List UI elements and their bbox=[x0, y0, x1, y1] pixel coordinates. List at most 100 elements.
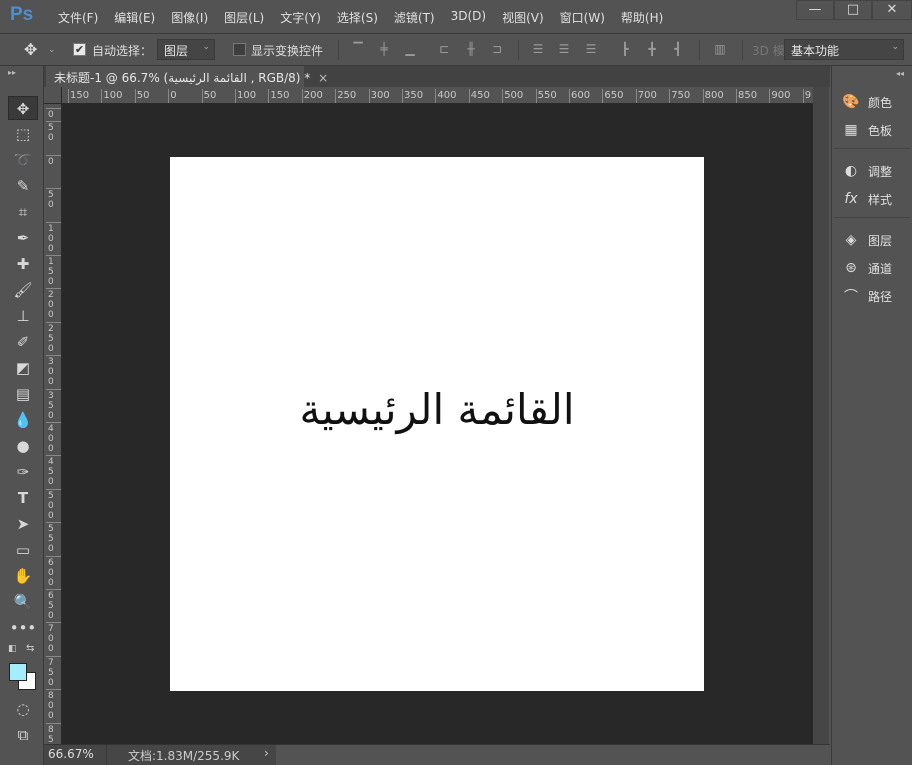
ruler-label: 650 bbox=[48, 591, 54, 621]
panel-channels[interactable]: ⊛ 通道 bbox=[842, 257, 892, 279]
menu-view[interactable]: 视图(V) bbox=[494, 9, 552, 26]
pen-tool-icon[interactable]: ✑ bbox=[8, 460, 38, 484]
collapse-panels-icon[interactable]: ◂◂ bbox=[896, 69, 904, 78]
ruler-tick bbox=[46, 121, 61, 123]
chevron-down-icon[interactable]: ⌄ bbox=[48, 45, 56, 55]
menu-type[interactable]: 文字(Y) bbox=[272, 9, 329, 26]
distribute-hcenter-icon[interactable]: ╋ bbox=[645, 42, 659, 56]
menu-edit[interactable]: 编辑(E) bbox=[106, 9, 163, 26]
align-right-icon[interactable]: ⊐ bbox=[490, 42, 504, 56]
hand-tool-icon[interactable]: ✋ bbox=[8, 564, 38, 588]
align-vcenter-icon[interactable]: ╪ bbox=[377, 42, 391, 56]
move-tool-icon[interactable]: ✥ bbox=[8, 96, 38, 120]
divider bbox=[338, 40, 339, 60]
eyedropper-tool-icon[interactable]: ✒ bbox=[8, 226, 38, 250]
document-tab[interactable]: 未标题-1 @ 66.7% (القائمة الرئيسية , RGB/8)… bbox=[46, 66, 328, 87]
lasso-tool-icon[interactable]: ➰ bbox=[8, 148, 38, 172]
eraser-tool-icon[interactable]: ◩ bbox=[8, 356, 38, 380]
auto-select-checkbox[interactable]: ✔ bbox=[73, 43, 86, 56]
panel-layers[interactable]: ◈ 图层 bbox=[842, 229, 892, 251]
foreground-color-swatch[interactable] bbox=[9, 663, 27, 681]
vertical-ruler[interactable]: 0 50 0 50 100 150 200 250 300 350 400 450 500 550 600 6… bbox=[44, 104, 62, 744]
menu-3d[interactable]: 3D(D) bbox=[443, 9, 494, 26]
menu-image[interactable]: 图像(I) bbox=[163, 9, 216, 26]
document-canvas[interactable]: القائمة الرئيسية bbox=[170, 157, 704, 691]
clone-stamp-tool-icon[interactable]: ⊥ bbox=[8, 304, 38, 328]
auto-align-icon[interactable]: ▥ bbox=[713, 42, 727, 56]
dodge-tool-icon[interactable]: ● bbox=[8, 434, 38, 458]
distribute-left-icon[interactable]: ┣ bbox=[618, 42, 632, 56]
palette-icon: 🎨 bbox=[842, 94, 860, 110]
ruler-label: 300 bbox=[48, 357, 54, 388]
distribute-top-icon[interactable]: ☰ bbox=[531, 42, 545, 56]
crop-tool-icon[interactable]: ⌗ bbox=[8, 200, 38, 224]
menu-file[interactable]: 文件(F) bbox=[50, 9, 106, 26]
screen-mode-icon[interactable]: ⧉ bbox=[8, 723, 38, 747]
close-tab-icon[interactable]: × bbox=[318, 71, 328, 85]
ruler-tick bbox=[46, 154, 61, 156]
panel-label: 通道 bbox=[868, 261, 893, 276]
panel-color[interactable]: 🎨 颜色 bbox=[842, 91, 892, 113]
more-tools-icon[interactable]: ••• bbox=[8, 616, 38, 640]
layers-icon: ◈ bbox=[845, 232, 857, 248]
distribute-bottom-icon[interactable]: ☰ bbox=[584, 42, 598, 56]
maximize-button[interactable]: □ bbox=[834, 0, 872, 20]
default-colors-icon[interactable]: ◧ bbox=[8, 644, 17, 654]
distribute-right-icon[interactable]: ┫ bbox=[671, 42, 685, 56]
rectangular-marquee-tool-icon[interactable]: ⬚ bbox=[8, 122, 38, 146]
horizontal-ruler[interactable]: 150 100 50 0 50 100 150 200 250 300 350 400 450 500 55… bbox=[62, 87, 813, 104]
show-transform-checkbox[interactable] bbox=[233, 43, 246, 56]
ruler-origin[interactable] bbox=[44, 87, 62, 104]
align-bottom-icon[interactable]: ▁ bbox=[403, 42, 417, 56]
blur-tool-icon[interactable]: 💧 bbox=[8, 408, 38, 432]
move-tool-icon[interactable]: ✥ bbox=[24, 40, 37, 59]
divider bbox=[518, 40, 519, 60]
ruler-label: 400 bbox=[48, 424, 54, 454]
collapse-icon[interactable]: ▸▸ bbox=[8, 68, 16, 77]
align-hcenter-icon[interactable]: ╫ bbox=[464, 42, 478, 56]
panel-styles[interactable]: fx 样式 bbox=[842, 188, 892, 210]
ruler-tick bbox=[46, 689, 61, 691]
panel-adjustments[interactable]: ◐ 调整 bbox=[842, 160, 892, 182]
spot-healing-tool-icon[interactable]: ✚ bbox=[8, 252, 38, 276]
align-left-icon[interactable]: ⊏ bbox=[437, 42, 451, 56]
zoom-tool-icon[interactable]: 🔍 bbox=[8, 590, 38, 614]
brush-tool-icon[interactable]: 🖌 bbox=[8, 278, 38, 302]
distribute-vcenter-icon[interactable]: ☰ bbox=[557, 42, 571, 56]
ruler-label: 150 bbox=[48, 257, 54, 287]
menu-select[interactable]: 选择(S) bbox=[329, 9, 386, 26]
quick-mask-icon[interactable]: ◌ bbox=[8, 697, 38, 721]
title-bar: Ps 文件(F) 编辑(E) 图像(I) 图层(L) 文字(Y) 选择(S) 滤… bbox=[0, 0, 912, 34]
menu-layer[interactable]: 图层(L) bbox=[216, 9, 272, 26]
path-selection-tool-icon[interactable]: ➤ bbox=[8, 512, 38, 536]
history-brush-tool-icon[interactable]: ✐ bbox=[8, 330, 38, 354]
menu-window[interactable]: 窗口(W) bbox=[552, 9, 613, 26]
zoom-level[interactable]: 66.67% bbox=[48, 747, 94, 761]
menu-filter[interactable]: 滤镜(T) bbox=[386, 9, 443, 26]
swap-colors-icon[interactable]: ⇆ bbox=[26, 643, 34, 654]
status-menu-arrow-icon[interactable]: › bbox=[264, 746, 269, 760]
type-tool-icon[interactable]: T bbox=[8, 486, 38, 510]
workspace-dropdown[interactable]: 基本功能 ⌄ bbox=[784, 39, 904, 60]
panel-swatches[interactable]: ▦ 色板 bbox=[842, 119, 892, 141]
ruler-label: 50 bbox=[136, 90, 150, 101]
divider bbox=[699, 40, 700, 60]
menu-help[interactable]: 帮助(H) bbox=[613, 9, 671, 26]
ruler-tick bbox=[46, 522, 61, 524]
options-bar: ✥ ⌄ ✔ 自动选择： 图层 ⌄ 显示变换控件 ▔ ╪ ▁ ⊏ ╫ ⊐ ☰ ☰ ☰… bbox=[0, 34, 912, 66]
align-top-icon[interactable]: ▔ bbox=[351, 42, 365, 56]
quick-selection-tool-icon[interactable]: ✎ bbox=[8, 174, 38, 198]
close-button[interactable]: ✕ bbox=[872, 0, 912, 20]
minimize-button[interactable]: — bbox=[796, 0, 834, 20]
panel-paths[interactable]: ⌒ 路径 bbox=[842, 285, 892, 307]
canvas-text-layer[interactable]: القائمة الرئيسية bbox=[170, 385, 704, 434]
ruler-tick bbox=[635, 89, 637, 103]
rectangle-tool-icon[interactable]: ▭ bbox=[8, 538, 38, 562]
canvas-workspace[interactable]: القائمة الرئيسية bbox=[62, 104, 813, 744]
ruler-label: 150 bbox=[270, 90, 290, 101]
horizontal-scrollbar[interactable] bbox=[276, 745, 830, 765]
gradient-tool-icon[interactable]: ▤ bbox=[8, 382, 38, 406]
ruler-tick bbox=[46, 355, 61, 357]
auto-select-target-dropdown[interactable]: 图层 ⌄ bbox=[157, 39, 215, 60]
vertical-scrollbar[interactable] bbox=[813, 87, 829, 744]
